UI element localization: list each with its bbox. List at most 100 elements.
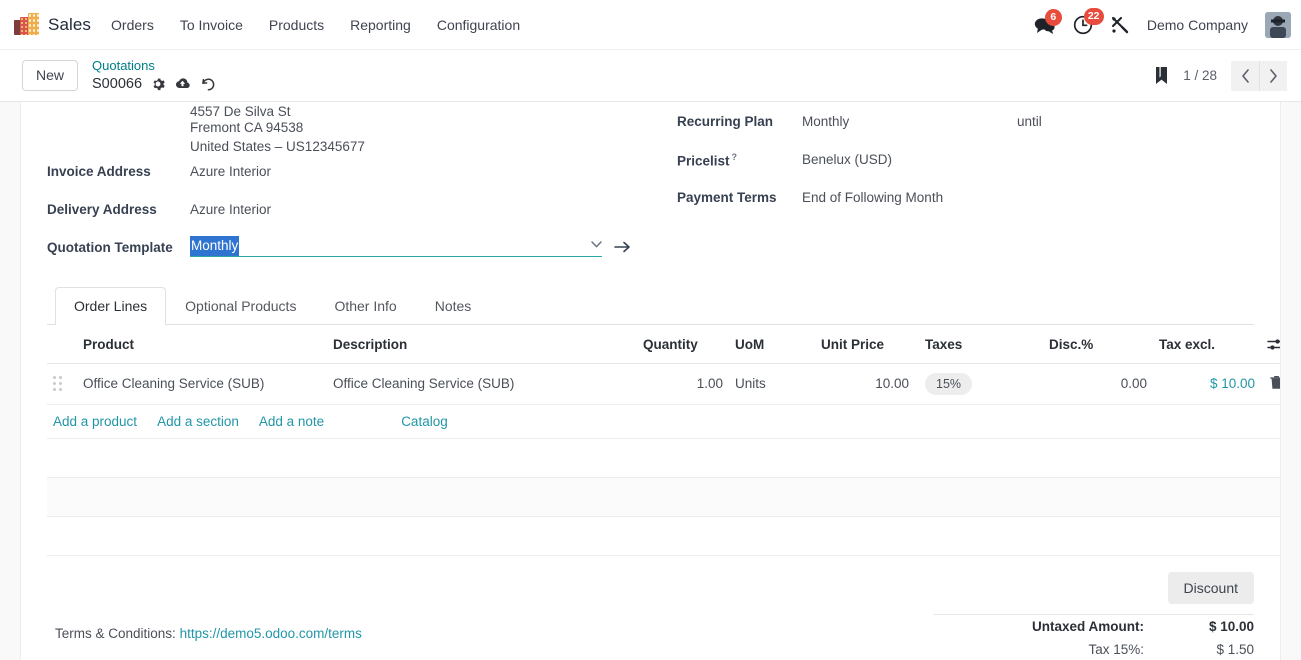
delivery-address-label: Delivery Address bbox=[47, 202, 157, 217]
column-subtotal-text: Tax excl. bbox=[1159, 336, 1216, 352]
column-uom: UoM bbox=[729, 324, 815, 364]
discount-button[interactable]: Discount bbox=[1167, 571, 1254, 604]
invoice-address-value[interactable]: Azure Interior bbox=[190, 156, 677, 179]
bookmark-ribbon-icon[interactable] bbox=[1154, 66, 1169, 85]
cell-discount[interactable]: 0.00 bbox=[1043, 363, 1153, 405]
notebook-tabs: Order Lines Optional Products Other Info… bbox=[47, 286, 1254, 325]
column-subtotal: Tax excl. bbox=[1153, 324, 1280, 364]
app-brand-sales[interactable]: Sales bbox=[48, 15, 91, 35]
field-invoice-address: Invoice Address Azure Interior bbox=[47, 156, 677, 194]
tab-optional-products[interactable]: Optional Products bbox=[166, 287, 315, 325]
tab-other-info[interactable]: Other Info bbox=[315, 287, 415, 325]
column-quantity: Quantity bbox=[637, 324, 729, 364]
totals-row-tax: Tax 15%: $ 1.50 bbox=[934, 638, 1254, 660]
form-group-right: Recurring Plan Monthly until Pricelist? … bbox=[677, 102, 1254, 270]
quotation-template-value: Monthly bbox=[190, 236, 240, 256]
messages-button[interactable]: 6 bbox=[1034, 8, 1062, 34]
menu-item-to-invoice[interactable]: To Invoice bbox=[178, 13, 245, 37]
debug-menu-button[interactable] bbox=[1110, 15, 1130, 35]
form-groups: 4557 De Silva St Fremont CA 94538 United… bbox=[47, 102, 1254, 270]
address-line-street: 4557 De Silva St bbox=[190, 104, 291, 118]
pager-value[interactable]: 1 / 28 bbox=[1183, 68, 1217, 83]
activities-button[interactable]: 22 bbox=[1073, 7, 1104, 35]
terms-url-link[interactable]: https://demo5.odoo.com/terms bbox=[180, 626, 362, 641]
chevron-left-icon bbox=[1241, 68, 1249, 83]
user-avatar[interactable] bbox=[1265, 11, 1291, 38]
untaxed-amount-value: $ 10.00 bbox=[1208, 618, 1254, 634]
column-description: Description bbox=[327, 324, 637, 364]
catalog-link[interactable]: Catalog bbox=[401, 414, 448, 429]
main-menu: Orders To Invoice Products Reporting Con… bbox=[109, 13, 522, 37]
form-view-scroll-area: 4557 De Silva St Fremont CA 94538 United… bbox=[0, 102, 1301, 660]
address-line-city: Fremont CA 94538 bbox=[190, 120, 304, 135]
menu-item-reporting[interactable]: Reporting bbox=[348, 13, 413, 37]
control-panel-right: 1 / 28 bbox=[1154, 60, 1291, 91]
form-group-left: 4557 De Silva St Fremont CA 94538 United… bbox=[47, 102, 677, 270]
tab-order-lines[interactable]: Order Lines bbox=[55, 287, 167, 325]
payment-terms-value[interactable]: End of Following Month bbox=[802, 182, 1254, 205]
save-record-button[interactable] bbox=[174, 77, 191, 91]
cell-uom[interactable]: Units bbox=[729, 363, 815, 405]
add-a-section-link[interactable]: Add a section bbox=[157, 414, 239, 429]
breadcrumb-quotations-link[interactable]: Quotations bbox=[92, 57, 216, 75]
cell-unit-price[interactable]: 10.00 bbox=[815, 363, 915, 405]
add-links-cell: Add a product Add a section Add a note C… bbox=[47, 404, 1280, 439]
add-a-note-link[interactable]: Add a note bbox=[259, 414, 324, 429]
chevron-down-icon[interactable] bbox=[591, 240, 602, 253]
subtotal-value[interactable]: $ 10.00 bbox=[1210, 376, 1255, 391]
new-button[interactable]: New bbox=[22, 60, 79, 91]
cell-description[interactable]: Office Cleaning Service (SUB) bbox=[327, 363, 637, 405]
messages-badge: 6 bbox=[1044, 8, 1062, 26]
record-name: S00066 bbox=[92, 75, 143, 92]
company-switcher[interactable]: Demo Company bbox=[1147, 17, 1248, 33]
address-line-country: United States – US12345677 bbox=[190, 139, 365, 154]
odoo-sales-app-icon[interactable] bbox=[14, 12, 40, 37]
tab-notes[interactable]: Notes bbox=[416, 287, 491, 325]
delivery-address-value[interactable]: Azure Interior bbox=[190, 194, 677, 217]
discard-changes-button[interactable] bbox=[200, 77, 216, 92]
empty-row bbox=[47, 516, 1280, 556]
quotation-template-input[interactable]: Monthly bbox=[190, 236, 602, 257]
sheet-footer: Terms & Conditions: https://demo5.odoo.c… bbox=[47, 556, 1254, 660]
menu-item-products[interactable]: Products bbox=[267, 13, 326, 37]
pricelist-label: Pricelist? bbox=[677, 144, 802, 169]
control-panel: New Quotations S00066 1 / 28 bbox=[0, 50, 1301, 102]
gear-icon[interactable] bbox=[151, 77, 165, 91]
cell-product[interactable]: Office Cleaning Service (SUB) bbox=[77, 363, 327, 405]
menu-item-orders[interactable]: Orders bbox=[109, 13, 156, 37]
sliders-toggle-icon[interactable] bbox=[1267, 337, 1280, 355]
column-product: Product bbox=[77, 324, 327, 364]
recurring-plan-value[interactable]: Monthly bbox=[802, 106, 1017, 129]
tax-value: $ 1.50 bbox=[1216, 641, 1254, 657]
column-unit-price: Unit Price bbox=[815, 324, 915, 364]
totals-row-untaxed: Untaxed Amount: $ 10.00 bbox=[934, 614, 1254, 638]
row-drag-handle-icon[interactable] bbox=[47, 363, 77, 405]
column-taxes: Taxes bbox=[915, 324, 1043, 364]
field-quotation-template: Quotation Template Monthly bbox=[47, 232, 677, 270]
pager-next-button[interactable] bbox=[1259, 60, 1287, 91]
cell-taxes[interactable]: 15% bbox=[915, 363, 1043, 405]
pricelist-value[interactable]: Benelux (USD) bbox=[802, 144, 1254, 167]
field-delivery-address: Delivery Address Azure Interior bbox=[47, 194, 677, 232]
field-pricelist: Pricelist? Benelux (USD) bbox=[677, 144, 1254, 182]
cell-subtotal: $ 10.00 bbox=[1153, 363, 1261, 405]
payment-terms-label: Payment Terms bbox=[677, 190, 777, 205]
totals-area: Discount Untaxed Amount: $ 10.00 Tax 15%… bbox=[934, 571, 1254, 660]
tax-label: Tax 15%: bbox=[1088, 641, 1144, 657]
top-navbar: Sales Orders To Invoice Products Reporti… bbox=[0, 0, 1301, 50]
empty-row bbox=[47, 477, 1280, 517]
record-sheet: 4557 De Silva St Fremont CA 94538 United… bbox=[20, 102, 1281, 660]
cell-quantity[interactable]: 1.00 bbox=[637, 363, 729, 405]
internal-link-arrow-right-icon[interactable] bbox=[614, 240, 631, 254]
field-payment-terms: Payment Terms End of Following Month bbox=[677, 182, 1254, 220]
pager-previous-button[interactable] bbox=[1231, 60, 1259, 91]
activities-badge: 22 bbox=[1083, 7, 1104, 25]
trash-icon bbox=[1269, 375, 1280, 393]
menu-item-configuration[interactable]: Configuration bbox=[435, 13, 522, 37]
pricelist-help-icon[interactable]: ? bbox=[732, 152, 738, 162]
invoice-address-label: Invoice Address bbox=[47, 164, 151, 179]
row-delete-button[interactable] bbox=[1261, 363, 1280, 405]
order-lines-header-row: Product Description Quantity UoM Unit Pr… bbox=[47, 324, 1280, 364]
add-a-product-link[interactable]: Add a product bbox=[53, 414, 137, 429]
table-row[interactable]: Office Cleaning Service (SUB) Office Cle… bbox=[47, 363, 1280, 405]
